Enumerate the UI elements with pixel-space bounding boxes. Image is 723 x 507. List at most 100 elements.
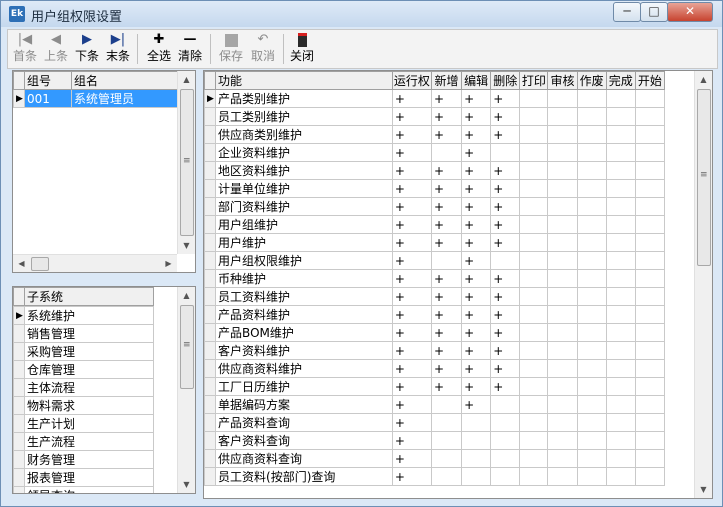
permission-cell[interactable] bbox=[605, 125, 636, 144]
permission-cell[interactable] bbox=[519, 395, 549, 414]
permission-cell[interactable] bbox=[519, 215, 549, 234]
permission-cell[interactable]: + bbox=[490, 323, 521, 342]
permission-cell[interactable]: + bbox=[430, 269, 463, 288]
permission-cell[interactable] bbox=[634, 413, 666, 432]
permission-cell[interactable] bbox=[605, 287, 636, 306]
close-button[interactable]: 关闭 bbox=[287, 32, 317, 66]
permission-cell[interactable] bbox=[634, 179, 666, 198]
permission-row[interactable]: 客户资料维护 + + + + bbox=[204, 341, 666, 360]
permission-cell[interactable] bbox=[547, 125, 578, 144]
column-header-group-name[interactable]: 组名 bbox=[71, 71, 178, 90]
permission-cell[interactable] bbox=[430, 251, 463, 270]
column-header-perm-1[interactable]: 运行权 bbox=[391, 71, 432, 90]
permission-cell[interactable]: + bbox=[461, 269, 492, 288]
column-header-subsystem[interactable]: 子系统 bbox=[24, 287, 154, 306]
permission-cell[interactable] bbox=[519, 305, 549, 324]
permission-cell[interactable] bbox=[430, 395, 463, 414]
permission-cell[interactable] bbox=[490, 467, 521, 486]
permission-cell[interactable] bbox=[605, 215, 636, 234]
column-header-perm-7[interactable]: 作废 bbox=[576, 71, 607, 90]
permission-cell[interactable] bbox=[547, 431, 578, 450]
permission-cell[interactable] bbox=[461, 413, 492, 432]
permission-cell[interactable] bbox=[576, 269, 607, 288]
permission-cell[interactable] bbox=[576, 359, 607, 378]
function-name-cell[interactable]: 用户维护 bbox=[215, 233, 393, 252]
permission-cell[interactable] bbox=[634, 341, 666, 360]
permission-cell[interactable] bbox=[576, 287, 607, 306]
subsystem-row[interactable]: 生产计划 bbox=[13, 414, 154, 433]
permission-cell[interactable]: + bbox=[490, 287, 521, 306]
permission-row[interactable]: 单据编码方案 + + bbox=[204, 395, 666, 414]
subsystem-name-cell[interactable]: 生产流程 bbox=[24, 432, 154, 451]
subsystem-row[interactable]: 采购管理 bbox=[13, 342, 154, 361]
permission-cell[interactable] bbox=[634, 305, 666, 324]
column-header-function[interactable]: 功能 bbox=[215, 71, 393, 90]
permission-row[interactable]: 产品BOM维护 + + + + bbox=[204, 323, 666, 342]
permission-cell[interactable] bbox=[519, 359, 549, 378]
permission-cell[interactable] bbox=[576, 179, 607, 198]
permission-cell[interactable] bbox=[576, 89, 607, 108]
scroll-up-icon[interactable]: ▲ bbox=[178, 287, 195, 304]
permission-cell[interactable]: + bbox=[490, 233, 521, 252]
permission-cell[interactable] bbox=[634, 107, 666, 126]
scroll-left-icon[interactable]: ◀ bbox=[13, 255, 30, 272]
permission-cell[interactable] bbox=[634, 323, 666, 342]
permission-cell[interactable] bbox=[605, 413, 636, 432]
permission-cell[interactable] bbox=[519, 449, 549, 468]
permission-row[interactable]: 员工资料(按部门)查询 + bbox=[204, 467, 666, 486]
column-header-perm-2[interactable]: 新增 bbox=[430, 71, 463, 90]
permission-cell[interactable] bbox=[634, 431, 666, 450]
subsystem-name-cell[interactable]: 采购管理 bbox=[24, 342, 154, 361]
permission-cell[interactable]: + bbox=[430, 89, 463, 108]
function-name-cell[interactable]: 员工资料维护 bbox=[215, 287, 393, 306]
column-header-perm-4[interactable]: 删除 bbox=[490, 71, 521, 90]
permission-cell[interactable]: + bbox=[391, 197, 432, 216]
subsystem-row[interactable]: 生产流程 bbox=[13, 432, 154, 451]
permission-cell[interactable] bbox=[547, 233, 578, 252]
permission-cell[interactable] bbox=[605, 359, 636, 378]
permission-cell[interactable]: + bbox=[391, 431, 432, 450]
cancel-button[interactable]: ↶ 取消 bbox=[248, 32, 278, 66]
permission-cell[interactable] bbox=[547, 107, 578, 126]
function-name-cell[interactable]: 币种维护 bbox=[215, 269, 393, 288]
subsystem-name-cell[interactable]: 系统维护 bbox=[24, 306, 154, 325]
permission-cell[interactable] bbox=[490, 449, 521, 468]
permission-cell[interactable] bbox=[461, 449, 492, 468]
permission-cell[interactable] bbox=[547, 197, 578, 216]
permission-cell[interactable] bbox=[430, 143, 463, 162]
subsystem-name-cell[interactable]: 财务管理 bbox=[24, 450, 154, 469]
permission-cell[interactable]: + bbox=[490, 107, 521, 126]
permission-cell[interactable] bbox=[519, 89, 549, 108]
permission-cell[interactable]: + bbox=[430, 125, 463, 144]
permission-cell[interactable] bbox=[605, 467, 636, 486]
permission-cell[interactable] bbox=[576, 431, 607, 450]
permission-cell[interactable]: + bbox=[391, 287, 432, 306]
subsystem-name-cell[interactable]: 主体流程 bbox=[24, 378, 154, 397]
function-name-cell[interactable]: 产品BOM维护 bbox=[215, 323, 393, 342]
permission-cell[interactable] bbox=[605, 431, 636, 450]
permission-cell[interactable] bbox=[519, 107, 549, 126]
permission-cell[interactable] bbox=[576, 395, 607, 414]
permission-cell[interactable] bbox=[634, 395, 666, 414]
permission-cell[interactable]: + bbox=[490, 89, 521, 108]
permission-cell[interactable] bbox=[430, 467, 463, 486]
close-window-button[interactable]: ✕ bbox=[667, 2, 713, 22]
permission-cell[interactable] bbox=[634, 377, 666, 396]
permission-cell[interactable]: + bbox=[490, 125, 521, 144]
permission-cell[interactable]: + bbox=[461, 161, 492, 180]
group-row[interactable]: ▶ 001 系统管理员 bbox=[13, 89, 178, 108]
subsystem-row[interactable]: 主体流程 bbox=[13, 378, 154, 397]
function-name-cell[interactable]: 部门资料维护 bbox=[215, 197, 393, 216]
permission-cell[interactable] bbox=[634, 269, 666, 288]
permission-cell[interactable] bbox=[519, 413, 549, 432]
permission-cell[interactable]: + bbox=[490, 179, 521, 198]
permission-cell[interactable] bbox=[634, 251, 666, 270]
permission-row[interactable]: 用户维护 + + + + bbox=[204, 233, 666, 252]
permission-cell[interactable] bbox=[576, 413, 607, 432]
scroll-down-icon[interactable]: ▼ bbox=[178, 476, 195, 493]
permission-cell[interactable] bbox=[547, 341, 578, 360]
permission-cell[interactable] bbox=[547, 305, 578, 324]
permission-cell[interactable]: + bbox=[430, 197, 463, 216]
permission-cell[interactable] bbox=[547, 359, 578, 378]
last-record-button[interactable]: ▶| 末条 bbox=[103, 32, 133, 66]
